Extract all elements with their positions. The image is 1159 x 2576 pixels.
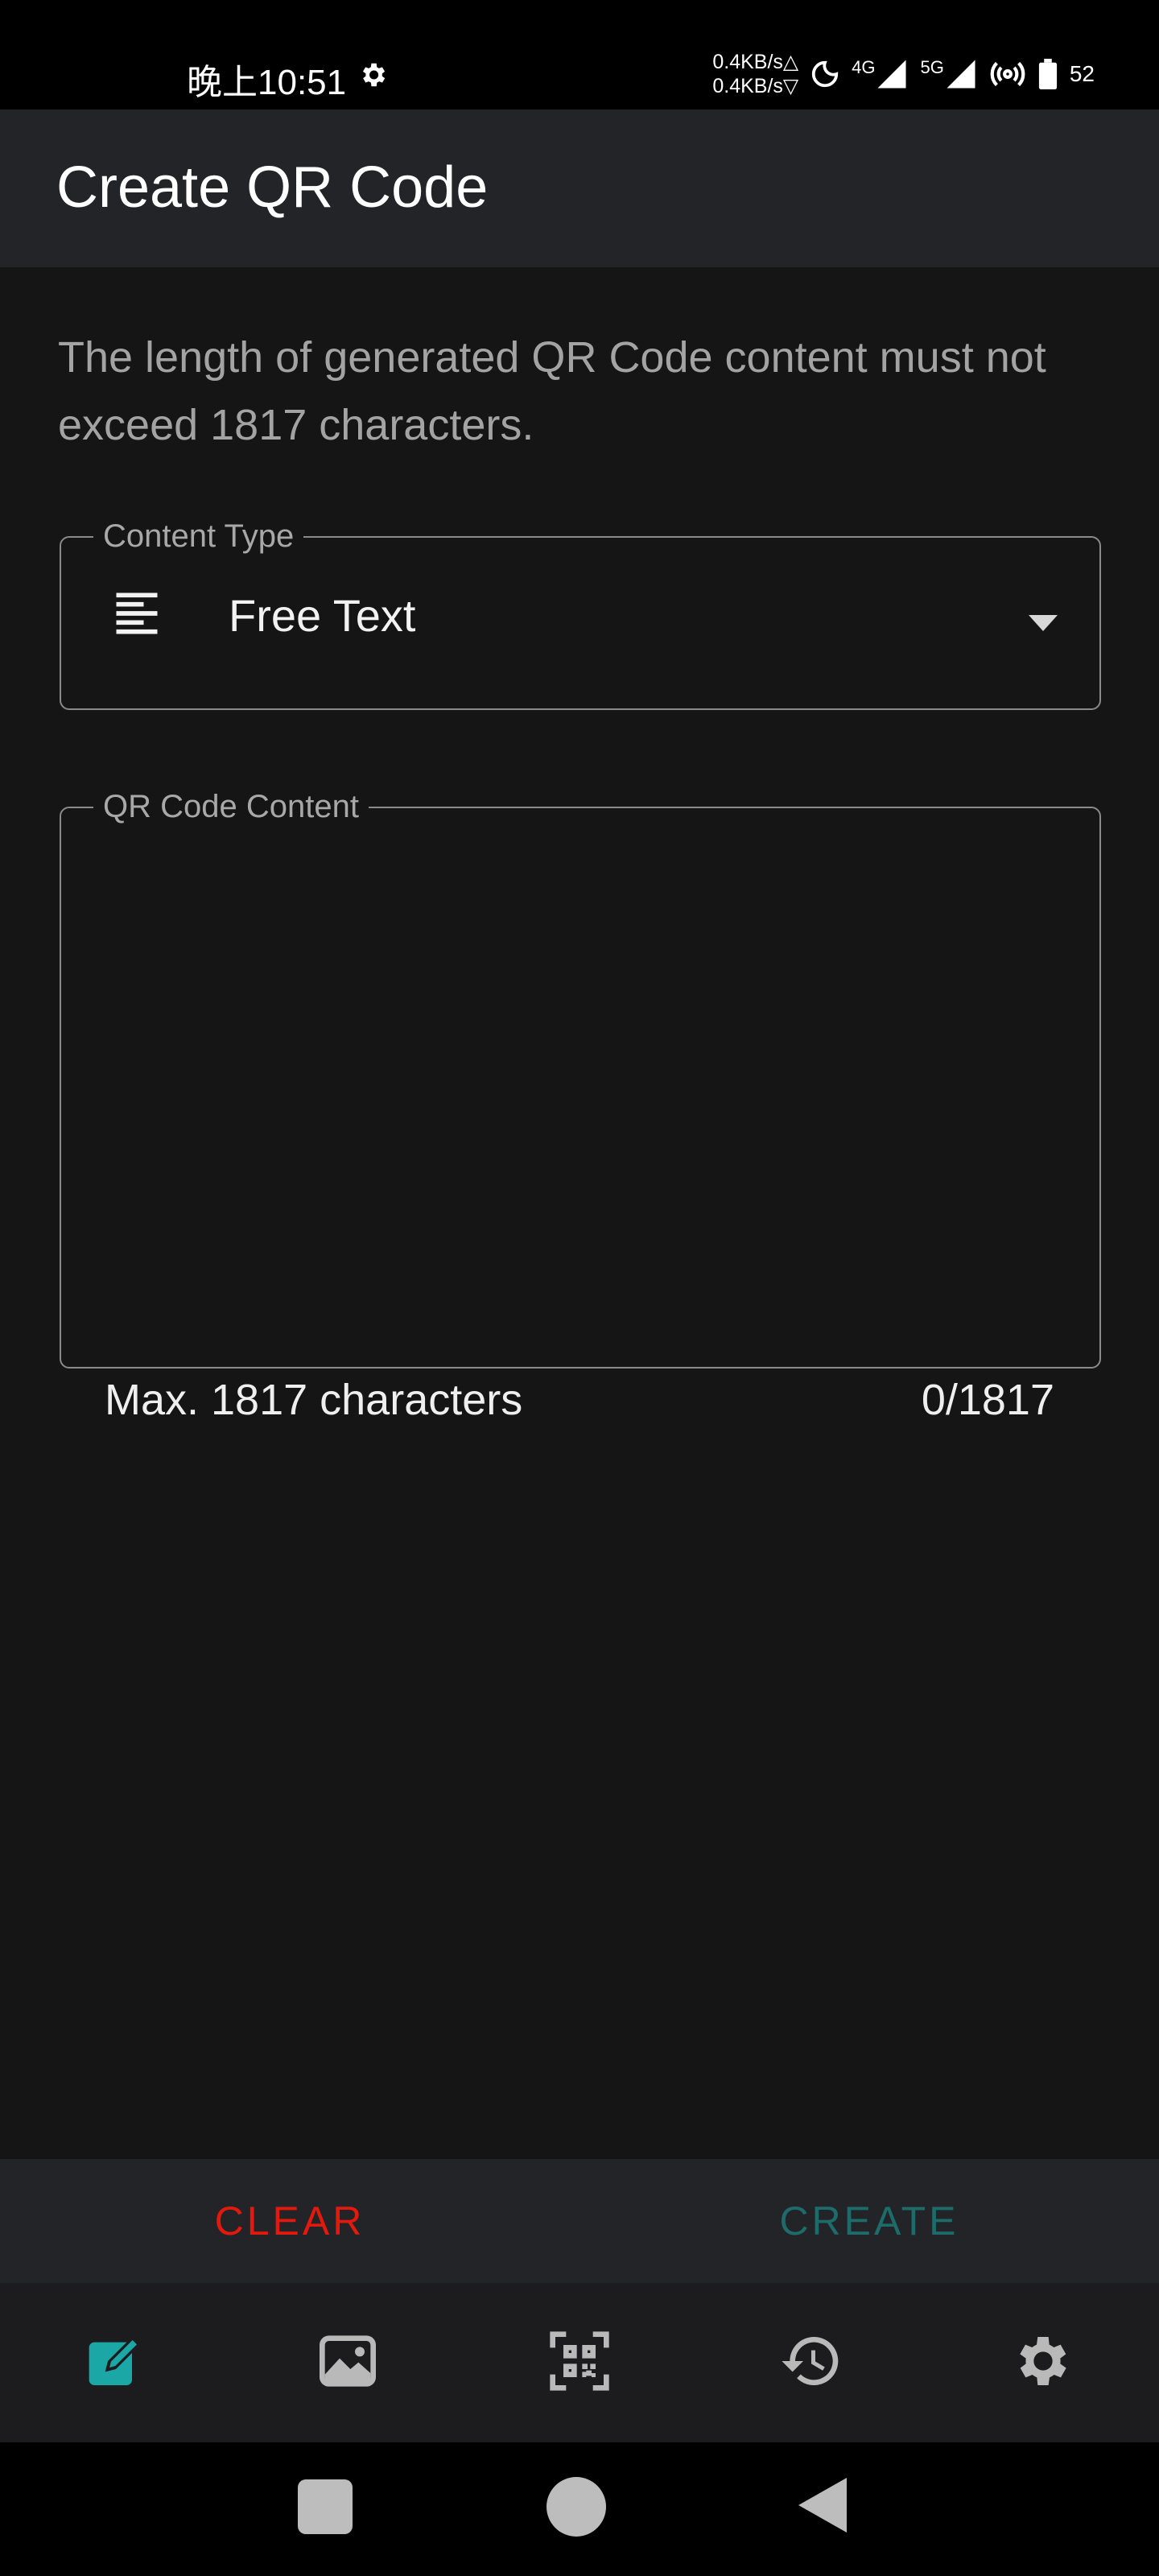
clear-button[interactable]: CLEAR (0, 2159, 580, 2283)
gear-small-icon (357, 59, 388, 99)
qr-content-field[interactable]: QR Code Content (60, 786, 1101, 1368)
net-down: 0.4KB/s▽ (712, 75, 799, 97)
system-nav-bar (0, 2442, 1159, 2576)
image-icon (316, 2329, 380, 2397)
content-type-label: Content Type (93, 515, 304, 557)
nav-item-scan[interactable] (464, 2283, 695, 2442)
content-type-value: Free Text (229, 590, 416, 641)
hotspot-icon (989, 56, 1026, 93)
content-type-dropdown[interactable]: Content Type Free Text (60, 515, 1101, 710)
page-title: Create QR Code (56, 155, 489, 220)
home-button[interactable] (546, 2476, 607, 2541)
text-align-icon (109, 586, 164, 645)
create-button[interactable]: CREATE (580, 2159, 1159, 2283)
signal-4g-icon: 4G (852, 57, 909, 91)
signal-5g-label: 5G (920, 57, 944, 77)
signal-4g-label: 4G (852, 57, 876, 77)
history-icon (779, 2329, 843, 2397)
back-button[interactable] (794, 2475, 850, 2540)
character-counter: 0/1817 (921, 1376, 1054, 1424)
status-bar: 晚上10:51 0.4KB/s△ 0.4KB/s▽ 4G 5G 52 (0, 0, 1159, 109)
battery-icon (1037, 59, 1058, 89)
action-bar: CLEAR CREATE (0, 2159, 1159, 2283)
edit-icon (84, 2329, 148, 2397)
network-speed: 0.4KB/s△ 0.4KB/s▽ (712, 50, 798, 98)
recents-button[interactable] (298, 2479, 353, 2538)
status-icons: 0.4KB/s△ 0.4KB/s▽ 4G 5G 52 (712, 50, 1095, 98)
status-time: 晚上10:51 (187, 63, 347, 102)
chevron-down-icon (1029, 615, 1058, 635)
nav-item-settings[interactable] (927, 2283, 1159, 2442)
nav-item-create[interactable] (0, 2283, 232, 2442)
bottom-nav (0, 2283, 1159, 2442)
battery-level: 52 (1069, 61, 1095, 86)
nav-item-history[interactable] (695, 2283, 927, 2442)
length-hint: The length of generated QR Code content … (58, 333, 1046, 449)
moon-icon (810, 59, 840, 89)
qr-scan-icon (547, 2329, 612, 2397)
signal-5g-icon: 5G (920, 57, 977, 91)
settings-icon (1011, 2329, 1075, 2397)
status-time-group: 晚上10:51 (187, 53, 388, 105)
qr-content-label: QR Code Content (93, 786, 369, 828)
qr-content-helper: Max. 1817 characters (105, 1376, 523, 1424)
nav-item-image[interactable] (232, 2283, 464, 2442)
qr-content-input[interactable] (93, 848, 1067, 1335)
net-up: 0.4KB/s△ (712, 51, 799, 73)
app-bar: Create QR Code (0, 109, 1159, 267)
